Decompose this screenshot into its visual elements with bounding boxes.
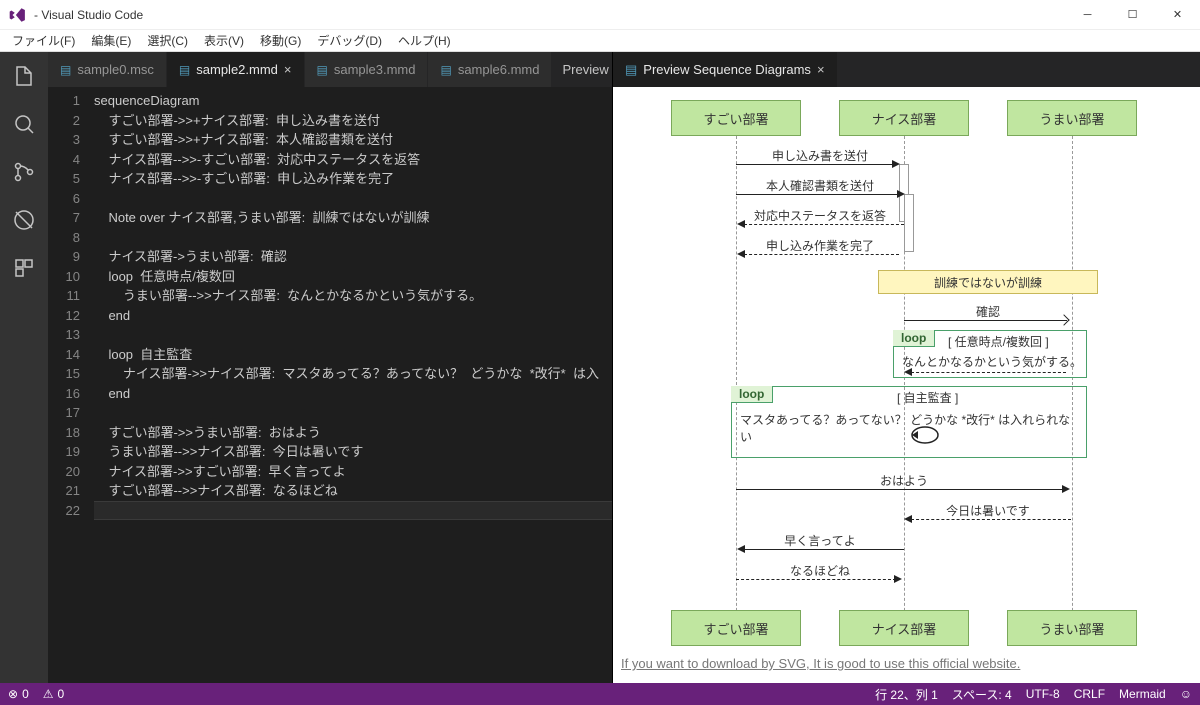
activation-bar xyxy=(904,194,914,252)
window-title: - Visual Studio Code xyxy=(34,8,143,22)
file-icon: ▤ xyxy=(317,63,328,77)
menu-bar: ファイル(F) 編集(E) 選択(C) 表示(V) 移動(G) デバッグ(D) … xyxy=(0,30,1200,52)
message-arrow xyxy=(736,489,1064,490)
svg-download-link[interactable]: If you want to download by SVG, It is go… xyxy=(621,656,1020,671)
message-arrow xyxy=(744,549,904,550)
message-label: なるほどね xyxy=(736,562,904,580)
preview-tabs: ▤ Preview Sequence Diagrams × xyxy=(613,52,1200,87)
message-label: 早く言ってよ xyxy=(736,532,904,550)
loop-tag: loop xyxy=(731,386,773,403)
message-label: 本人確認書類を送付 xyxy=(736,177,904,195)
message-label: 対応中ステータスを返答 xyxy=(736,207,904,225)
message-label: 今日は暑いです xyxy=(904,502,1072,520)
vs-logo-icon xyxy=(8,6,26,24)
message-arrow xyxy=(744,254,899,255)
participant-box: すごい部署 xyxy=(671,100,801,136)
participant-box: ナイス部署 xyxy=(839,100,969,136)
activity-bar xyxy=(0,52,48,683)
tab-sample3[interactable]: ▤sample3.mmd xyxy=(305,52,429,87)
message-arrow xyxy=(736,164,894,165)
extensions-icon[interactable] xyxy=(0,248,48,288)
status-encoding[interactable]: UTF-8 xyxy=(1026,687,1060,701)
window-minimize-button[interactable]: ─ xyxy=(1065,0,1110,30)
participant-box: ナイス部署 xyxy=(839,610,969,646)
loop-label: [ 任意時点/複数回 ] xyxy=(948,333,1049,350)
message-arrow xyxy=(904,320,1067,321)
message-arrow xyxy=(736,579,896,580)
status-line-col[interactable]: 行 22、列 1 xyxy=(875,686,938,703)
file-icon: ▤ xyxy=(179,63,190,77)
editor-pane-code: ▤sample0.msc ▤sample2.mmd× ▤sample3.mmd … xyxy=(48,52,613,683)
menu-file[interactable]: ファイル(F) xyxy=(4,30,83,51)
status-eol[interactable]: CRLF xyxy=(1074,687,1105,701)
file-icon: ▤ xyxy=(625,62,637,78)
status-language[interactable]: Mermaid xyxy=(1119,687,1166,701)
status-spaces[interactable]: スペース: 4 xyxy=(952,686,1012,703)
tab-sample2[interactable]: ▤sample2.mmd× xyxy=(167,52,305,87)
loop-message: なんとかなるかという気がする。 xyxy=(902,353,1082,370)
message-arrow xyxy=(736,194,899,195)
loop-label: [ 自主監査 ] xyxy=(897,389,958,406)
loop-box: loop [ 自主監査 ] マスタあってる？あってない？ どうかな *改行* は… xyxy=(731,386,1087,458)
arrowhead-icon xyxy=(904,368,912,376)
editor-tabs: ▤sample0.msc ▤sample2.mmd× ▤sample3.mmd … xyxy=(48,52,612,87)
status-errors[interactable]: ⊗ 0 xyxy=(8,687,29,701)
tab-sample0[interactable]: ▤sample0.msc xyxy=(48,52,167,87)
menu-debug[interactable]: デバッグ(D) xyxy=(309,30,390,51)
message-label: おはよう xyxy=(736,472,1072,490)
arrowhead-icon xyxy=(894,575,902,583)
message-arrow xyxy=(911,519,1071,520)
tab-preview-sequence[interactable]: ▤ Preview Sequence Diagrams × xyxy=(613,52,837,87)
title-bar: - Visual Studio Code ─ ☐ ✕ xyxy=(0,0,1200,30)
self-loop-icon xyxy=(910,425,940,449)
message-label: 申し込み書を送付 xyxy=(736,147,904,165)
arrowhead-icon xyxy=(904,515,912,523)
note-box: 訓練ではないが訓練 xyxy=(878,270,1098,294)
loop-tag: loop xyxy=(893,330,935,347)
menu-select[interactable]: 選択(C) xyxy=(139,30,196,51)
status-warnings[interactable]: ⚠ 0 xyxy=(43,687,64,701)
code-editor[interactable]: 12345678910111213141516171819202122 sequ… xyxy=(48,87,612,683)
debug-icon[interactable] xyxy=(0,200,48,240)
message-arrow xyxy=(911,372,1066,373)
participant-box: うまい部署 xyxy=(1007,610,1137,646)
sequence-diagram: すごい部署 ナイス部署 うまい部署 申し込み書を送付 本人確認書類を送付 xyxy=(613,92,1183,672)
arrowhead-icon xyxy=(892,160,900,168)
window-maximize-button[interactable]: ☐ xyxy=(1110,0,1155,30)
arrowhead-icon xyxy=(737,250,745,258)
message-label: 申し込み作業を完了 xyxy=(736,237,904,255)
window-close-button[interactable]: ✕ xyxy=(1155,0,1200,30)
tab-sample6[interactable]: ▤sample6.mmd xyxy=(428,52,552,87)
editor-pane-preview: ▤ Preview Sequence Diagrams × すごい部署 ナイス部… xyxy=(613,52,1200,683)
message-label: 確認 xyxy=(904,303,1072,321)
close-icon[interactable]: × xyxy=(284,62,292,77)
message-arrow xyxy=(744,224,904,225)
search-icon[interactable] xyxy=(0,104,48,144)
menu-edit[interactable]: 編集(E) xyxy=(83,30,139,51)
participant-box: すごい部署 xyxy=(671,610,801,646)
menu-view[interactable]: 表示(V) xyxy=(196,30,252,51)
preview-body: すごい部署 ナイス部署 うまい部署 申し込み書を送付 本人確認書類を送付 xyxy=(613,87,1200,683)
arrowhead-icon xyxy=(737,545,745,553)
menu-go[interactable]: 移動(G) xyxy=(252,30,309,51)
close-icon[interactable]: × xyxy=(817,62,825,77)
file-icon: ▤ xyxy=(60,63,71,77)
arrowhead-icon xyxy=(737,220,745,228)
arrowhead-icon xyxy=(897,190,905,198)
explorer-icon[interactable] xyxy=(0,56,48,96)
workbench: ▤sample0.msc ▤sample2.mmd× ▤sample3.mmd … xyxy=(0,52,1200,683)
preview-action[interactable]: Preview xyxy=(562,62,608,77)
menu-help[interactable]: ヘルプ(H) xyxy=(390,30,459,51)
loop-box: loop [ 任意時点/複数回 ] なんとかなるかという気がする。 xyxy=(893,330,1087,378)
status-feedback-icon[interactable]: ☺ xyxy=(1180,687,1192,701)
arrowhead-icon xyxy=(1062,485,1070,493)
status-bar: ⊗ 0 ⚠ 0 行 22、列 1 スペース: 4 UTF-8 CRLF Merm… xyxy=(0,683,1200,705)
participant-box: うまい部署 xyxy=(1007,100,1137,136)
source-control-icon[interactable] xyxy=(0,152,48,192)
file-icon: ▤ xyxy=(440,63,451,77)
